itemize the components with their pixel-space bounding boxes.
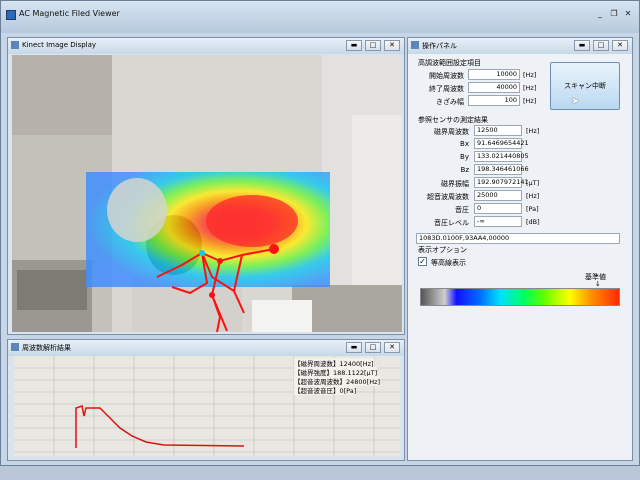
app-icon bbox=[6, 10, 16, 20]
level-label: 音圧レベル bbox=[434, 219, 469, 227]
bx-label: Bx bbox=[460, 140, 469, 148]
step-input[interactable]: 100 bbox=[468, 95, 520, 106]
contour-checkbox-label: 等高線表示 bbox=[431, 259, 466, 267]
mag-freq-label: 磁界周波数 bbox=[434, 128, 469, 136]
bz-field: 198.346461066 bbox=[474, 164, 529, 175]
ultrasound-freq-field: 25000 bbox=[474, 190, 522, 201]
bz-label: Bz bbox=[460, 166, 469, 174]
close-button[interactable]: ✕ bbox=[623, 9, 633, 19]
control-panel-window: 操作パネル ▬ □ ✕ 高調波範囲設定項目 開始周波数 10000 [Hz] 終… bbox=[407, 37, 633, 461]
restore-button[interactable]: ❐ bbox=[609, 9, 619, 19]
amplitude-field: 192.907972141 bbox=[474, 177, 529, 188]
panel-window-title: 操作パネル bbox=[422, 42, 457, 50]
amplitude-label: 磁界振幅 bbox=[441, 180, 469, 188]
app-window: AC Magnetic Filed Viewer _ ❐ ✕ Kinect Im… bbox=[0, 0, 640, 466]
ultrasound-freq-label: 超音波周波数 bbox=[427, 193, 469, 201]
bx-field: 91.6469654421 bbox=[474, 138, 529, 149]
threshold-arrow-icon: ↓ bbox=[595, 280, 601, 288]
panel-minimize-button[interactable]: ▬ bbox=[574, 40, 590, 51]
scan-stop-button[interactable]: スキャン中断 bbox=[550, 62, 620, 110]
kinect-image-display[interactable] bbox=[12, 55, 402, 332]
amplitude-unit: [μT] bbox=[526, 179, 540, 187]
kinect-window-title: Kinect Image Display bbox=[22, 41, 97, 49]
panel-maximize-button[interactable]: □ bbox=[593, 40, 609, 51]
kinect-scene bbox=[12, 55, 402, 332]
end-freq-unit: [Hz] bbox=[523, 84, 537, 92]
pressure-unit: [Pa] bbox=[526, 205, 539, 213]
window-icon bbox=[411, 41, 419, 49]
by-label: By bbox=[460, 153, 469, 161]
level-unit: [dB] bbox=[526, 218, 540, 226]
spectrum-window-title: 周波数解析結果 bbox=[22, 344, 71, 352]
level-field: -∞ bbox=[474, 216, 522, 227]
contour-checkbox[interactable]: ✓ bbox=[418, 257, 427, 266]
pressure-label: 音圧 bbox=[455, 206, 469, 214]
spectrum-close-button[interactable]: ✕ bbox=[384, 342, 400, 353]
app-title: AC Magnetic Filed Viewer bbox=[19, 9, 120, 18]
contour-option: ✓ 等高線表示 bbox=[418, 254, 546, 272]
mag-freq-field: 12500 bbox=[474, 125, 522, 136]
ultrasound-freq-unit: [Hz] bbox=[526, 192, 540, 200]
serial-output-field[interactable]: 1083D.0100F,93AA4,00000 bbox=[416, 233, 620, 244]
reference-result-heading: 参照センサの測定結果 bbox=[418, 116, 488, 124]
window-icon bbox=[11, 343, 19, 351]
readout-ultrasound-pressure: 【超音波音圧】0[Pa] bbox=[294, 385, 357, 395]
title-bar: AC Magnetic Filed Viewer _ ❐ ✕ bbox=[1, 1, 639, 33]
kinect-minimize-button[interactable]: ▬ bbox=[346, 40, 362, 51]
panel-close-button[interactable]: ✕ bbox=[612, 40, 628, 51]
step-unit: [Hz] bbox=[523, 97, 537, 105]
window-icon bbox=[11, 41, 19, 49]
end-freq-label: 終了周波数 bbox=[429, 85, 464, 93]
color-scale-bar bbox=[420, 288, 620, 306]
spectrum-window: 周波数解析結果 ▬ □ ✕ 【磁界周波数】12400[Hz] 【磁界強度】188… bbox=[7, 339, 405, 461]
kinect-window: Kinect Image Display ▬ □ ✕ bbox=[7, 37, 405, 335]
start-freq-label: 開始周波数 bbox=[429, 72, 464, 80]
scan-range-heading: 高調波範囲設定項目 bbox=[418, 59, 481, 67]
kinect-maximize-button[interactable]: □ bbox=[365, 40, 381, 51]
start-freq-unit: [Hz] bbox=[523, 71, 537, 79]
start-freq-input[interactable]: 10000 bbox=[468, 69, 520, 80]
spectrum-maximize-button[interactable]: □ bbox=[365, 342, 381, 353]
step-label: きざみ幅 bbox=[436, 98, 464, 106]
minimize-button[interactable]: _ bbox=[595, 9, 605, 19]
spectrum-minimize-button[interactable]: ▬ bbox=[346, 342, 362, 353]
end-freq-input[interactable]: 40000 bbox=[468, 82, 520, 93]
kinect-close-button[interactable]: ✕ bbox=[384, 40, 400, 51]
by-field: 133.021440805 bbox=[474, 151, 529, 162]
mouse-cursor-icon: ➤ bbox=[571, 96, 580, 107]
mag-freq-unit: [Hz] bbox=[526, 127, 540, 135]
pressure-field: 0 bbox=[474, 203, 522, 214]
